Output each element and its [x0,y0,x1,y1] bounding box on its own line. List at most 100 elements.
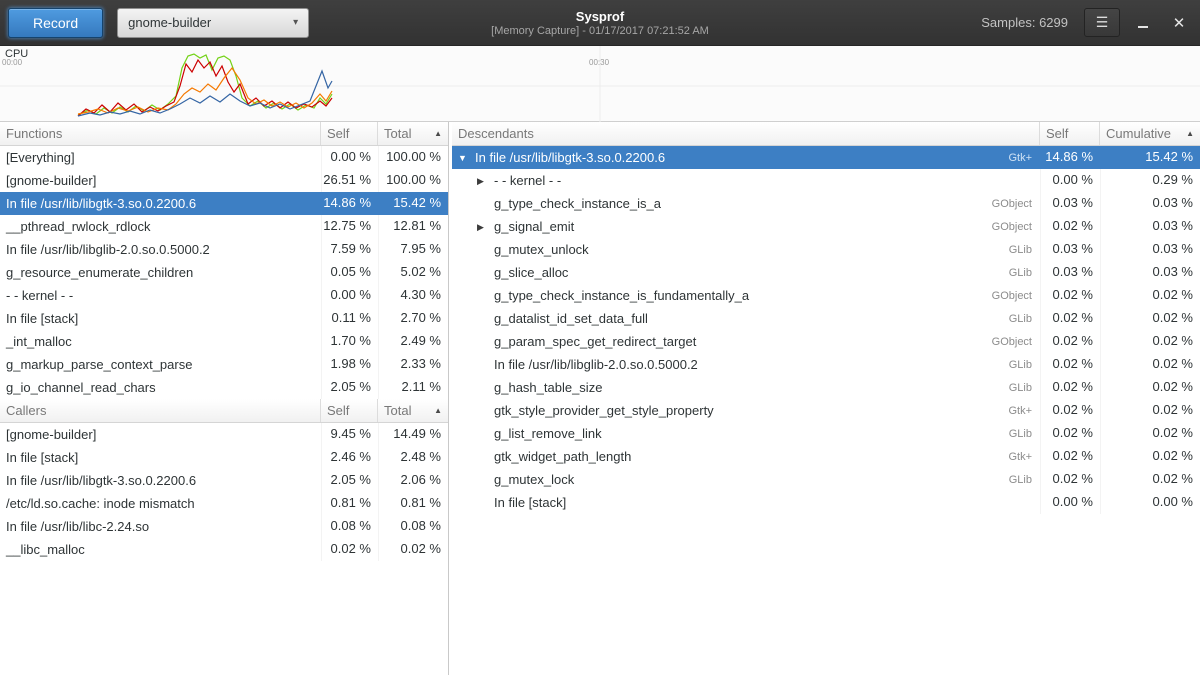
table-row[interactable]: [gnome-builder]26.51 %100.00 % [0,169,448,192]
column-self[interactable]: Self [1040,122,1100,145]
self-value: 0.03 % [1040,238,1100,261]
callers-table-header: Callers Self Total ▲ [0,399,448,423]
tree-row[interactable]: g_type_check_instance_is_aGObject0.03 %0… [452,192,1200,215]
library-label: Gtk+ [998,400,1040,422]
total-value: 2.11 % [378,376,448,399]
tree-row[interactable]: gtk_widget_path_lengthGtk+0.02 %0.02 % [452,445,1200,468]
column-descendants[interactable]: Descendants [452,122,1040,145]
self-value: 14.86 % [1040,146,1100,169]
self-value: 0.08 % [321,515,378,538]
total-value: 4.30 % [378,284,448,307]
function-name: - - kernel - - [0,284,321,307]
right-pane-empty-area [452,514,1200,675]
column-self[interactable]: Self [321,399,378,422]
tree-row[interactable]: g_datalist_id_set_data_fullGLib0.02 %0.0… [452,307,1200,330]
tree-row[interactable]: ▼In file /usr/lib/libgtk-3.so.0.2200.6Gt… [452,146,1200,169]
column-total[interactable]: Total ▲ [378,399,448,422]
self-value: 0.02 % [321,538,378,561]
callers-list: [gnome-builder]9.45 %14.49 %In file [sta… [0,423,448,561]
close-button[interactable]: ✕ [1166,10,1192,36]
column-cumulative-label: Cumulative [1106,126,1171,141]
record-button[interactable]: Record [8,8,103,38]
column-total-label: Total [384,403,411,418]
cumulative-value: 0.03 % [1100,192,1200,215]
cumulative-value: 0.02 % [1100,353,1200,376]
collapse-icon[interactable]: ▼ [458,147,475,169]
table-row[interactable]: g_io_channel_read_chars2.05 %2.11 % [0,376,448,399]
table-row[interactable]: g_resource_enumerate_children0.05 %5.02 … [0,261,448,284]
tree-row[interactable]: ▶- - kernel - -0.00 %0.29 % [452,169,1200,192]
function-name: - - kernel - - [494,170,561,192]
menu-button[interactable]: ☰ [1084,8,1120,37]
table-row[interactable]: _int_malloc1.70 %2.49 % [0,330,448,353]
total-value: 2.70 % [378,307,448,330]
left-pane-empty-area [0,561,448,675]
total-value: 15.42 % [378,192,448,215]
total-value: 0.81 % [378,492,448,515]
tree-row[interactable]: g_slice_allocGLib0.03 %0.03 % [452,261,1200,284]
function-name: g_mutex_unlock [494,239,589,261]
expand-icon[interactable]: ▶ [477,170,494,192]
table-row[interactable]: In file /usr/lib/libglib-2.0.so.0.5000.2… [0,238,448,261]
self-value: 0.02 % [1040,284,1100,307]
self-value: 0.03 % [1040,192,1100,215]
tree-row[interactable]: In file /usr/lib/libglib-2.0.so.0.5000.2… [452,353,1200,376]
column-self[interactable]: Self [321,122,378,145]
total-value: 100.00 % [378,169,448,192]
column-cumulative[interactable]: Cumulative ▲ [1100,122,1200,145]
library-label: GObject [982,193,1040,215]
cumulative-value: 0.03 % [1100,261,1200,284]
tree-row[interactable]: In file [stack]0.00 %0.00 % [452,491,1200,514]
table-row[interactable]: __pthread_rwlock_rdlock12.75 %12.81 % [0,215,448,238]
time-tick-start: 00:00 [2,58,22,67]
function-name: g_io_channel_read_chars [0,376,321,399]
function-name: g_signal_emit [494,216,574,238]
self-value: 1.70 % [321,330,378,353]
descendants-pane: Descendants Self Cumulative ▲ ▼In file /… [449,122,1200,675]
tree-row[interactable]: g_mutex_unlockGLib0.03 %0.03 % [452,238,1200,261]
table-row[interactable]: In file [stack]0.11 %2.70 % [0,307,448,330]
tree-row[interactable]: g_hash_table_sizeGLib0.02 %0.02 % [452,376,1200,399]
main-content: Functions Self Total ▲ [Everything]0.00 … [0,122,1200,675]
column-total[interactable]: Total ▲ [378,122,448,145]
tree-row[interactable]: g_param_spec_get_redirect_targetGObject0… [452,330,1200,353]
close-icon: ✕ [1173,14,1186,32]
cpu-graph[interactable]: CPU 00:00 00:30 [0,46,1200,122]
column-functions[interactable]: Functions [0,122,321,145]
table-row[interactable]: g_markup_parse_context_parse1.98 %2.33 % [0,353,448,376]
library-label: GObject [982,216,1040,238]
tree-row[interactable]: ▶g_signal_emit GObject0.02 %0.03 % [452,215,1200,238]
table-row[interactable]: - - kernel - -0.00 %4.30 % [0,284,448,307]
self-value: 0.02 % [1040,215,1100,238]
table-row[interactable]: [gnome-builder]9.45 %14.49 % [0,423,448,446]
table-row[interactable]: __libc_malloc0.02 %0.02 % [0,538,448,561]
tree-row[interactable]: g_mutex_lockGLib0.02 %0.02 % [452,468,1200,491]
self-value: 2.05 % [321,469,378,492]
column-callers[interactable]: Callers [0,399,321,422]
tree-row[interactable]: gtk_style_provider_get_style_propertyGtk… [452,399,1200,422]
table-row[interactable]: In file [stack]2.46 %2.48 % [0,446,448,469]
process-selector[interactable]: gnome-builder ▾ [117,8,309,38]
cumulative-value: 0.03 % [1100,215,1200,238]
table-row[interactable]: [Everything]0.00 %100.00 % [0,146,448,169]
table-row[interactable]: In file /usr/lib/libgtk-3.so.0.2200.62.0… [0,469,448,492]
functions-list: [Everything]0.00 %100.00 %[gnome-builder… [0,146,448,399]
function-name: /etc/ld.so.cache: inode mismatch [0,492,321,515]
tree-row[interactable]: g_type_check_instance_is_fundamentally_a… [452,284,1200,307]
table-row[interactable]: /etc/ld.so.cache: inode mismatch0.81 %0.… [0,492,448,515]
minimize-button[interactable] [1130,10,1156,36]
function-name: __libc_malloc [0,538,321,561]
expand-icon[interactable]: ▶ [477,216,494,238]
samples-label: Samples: 6299 [981,15,1068,30]
sysprof-window: Record gnome-builder ▾ Sysprof [Memory C… [0,0,1200,675]
table-row[interactable]: In file /usr/lib/libc-2.24.so0.08 %0.08 … [0,515,448,538]
process-selector-label: gnome-builder [128,15,211,30]
table-row[interactable]: In file /usr/lib/libgtk-3.so.0.2200.614.… [0,192,448,215]
library-label: GLib [999,262,1040,284]
total-value: 2.33 % [378,353,448,376]
tree-row[interactable]: g_list_remove_linkGLib0.02 %0.02 % [452,422,1200,445]
self-value: 0.00 % [321,146,378,169]
function-name: In file /usr/lib/libglib-2.0.so.0.5000.2 [494,354,698,376]
cumulative-value: 0.02 % [1100,422,1200,445]
self-value: 2.46 % [321,446,378,469]
